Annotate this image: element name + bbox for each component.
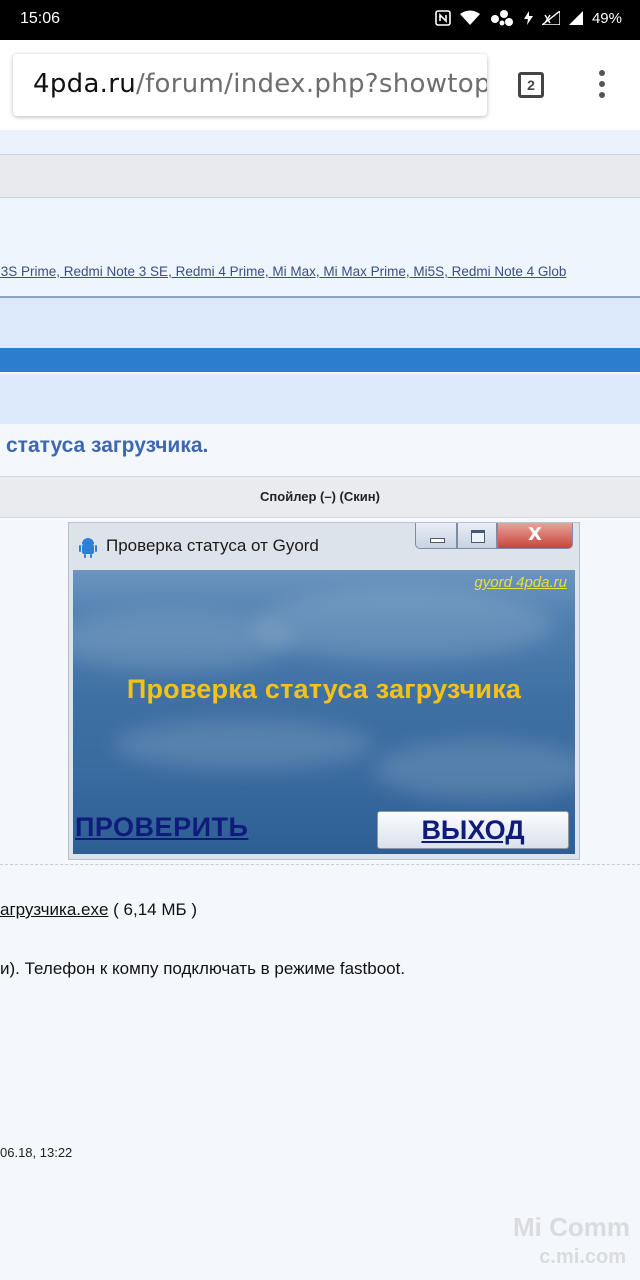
app-window-title: Проверка статуса от Gyord [106,536,319,555]
watermark-title: Mi Comm [513,1212,630,1242]
exit-button-label: ВЫХОД [421,815,525,845]
post-divider [0,864,640,865]
app-window-client: gyord 4pda.ru Проверка статуса загрузчик… [73,570,575,854]
browser-toolbar: 4pda.ru/forum/index.php?showtopic 2 [0,40,640,131]
device-models-link[interactable]: i 3S Prime, Redmi Note 3 SE, Redmi 4 Pri… [0,264,566,279]
credit-link: gyord 4pda.ru [474,574,567,591]
app-heading: Проверка статуса загрузчика [126,674,522,704]
battery-percent: 49% [591,9,622,27]
page-strip-blue [0,348,640,372]
close-icon: X [497,523,573,549]
post-date: 06.18, 13:22 [0,1145,73,1160]
status-time: 15:06 [20,10,61,27]
maximize-icon [457,523,497,549]
app-window-screenshot: Проверка статуса от Gyord X gyord 4pda.r… [68,522,580,860]
watermark-url: c.mi.com [539,1246,626,1268]
page-strip-top [0,130,640,155]
attachment-size: ( 6,14 МБ ) [108,900,198,919]
charging-icon [523,11,533,25]
check-button: ПРОВЕРИТЬ [75,812,249,842]
signal-icon [541,11,560,25]
url-path: /forum/index.php?showtopic [136,69,487,99]
exit-button: ВЫХОД [377,811,569,849]
android-icon [78,537,98,563]
status-bar: 15:06 49% [0,0,640,40]
url-text[interactable]: 4pda.ru/forum/index.php?showtopic [33,69,487,99]
topic-header: i 3S Prime, Redmi Note 3 SE, Redmi 4 Pri… [0,198,640,298]
url-domain: 4pda.ru [33,69,137,99]
page-strip-gray [0,155,640,198]
post-title: статуса загрузчика. [6,434,209,457]
attachment-line: агрузчика.exe ( 6,14 МБ ) [0,900,197,920]
post-note: и). Телефон к компу подключать в режиме … [0,959,406,978]
attachment-link[interactable]: агрузчика.exe [0,900,108,919]
page-strip-light [0,298,640,348]
minimize-icon [415,523,457,549]
url-bar[interactable]: 4pda.ru/forum/index.php?showtopic [13,54,487,116]
window-controls: X [415,523,575,551]
nfc-icon [435,10,451,26]
status-icons: 49% [435,9,622,27]
tab-switcher-button[interactable]: 2 [518,72,544,98]
wifi-icon [459,10,480,26]
more-vert-icon[interactable] [590,70,614,102]
spoiler-toggle[interactable]: Спойлер (–) (Скин) [0,476,640,518]
page-strip-light-2 [0,374,640,424]
battery-icon [568,11,583,25]
network-icon [489,9,515,27]
